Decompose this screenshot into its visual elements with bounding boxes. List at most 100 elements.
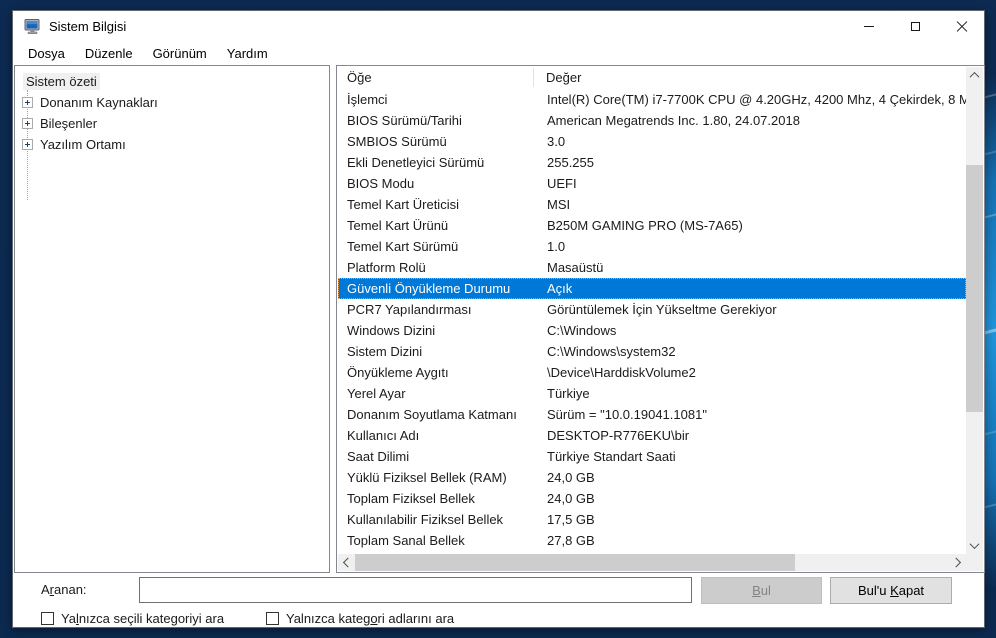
column-header-value: Değer	[534, 70, 581, 85]
find-button[interactable]: Bul	[701, 577, 822, 604]
tree-item-hardware-resources[interactable]: Donanım Kaynakları	[22, 92, 329, 113]
menu-yardim[interactable]: Yardım	[217, 43, 278, 64]
tree-item-label: Bileşenler	[40, 116, 97, 131]
horizontal-scrollbar[interactable]	[338, 554, 966, 571]
table-row[interactable]: Kullanıcı AdıDESKTOP-R776EKU\bir	[338, 425, 966, 446]
checkbox-search-category-names-only[interactable]: Yalnızca kategori adlarını ara	[266, 611, 454, 626]
row-value: C:\Windows	[538, 323, 966, 338]
table-row[interactable]: SMBIOS Sürümü3.0	[338, 131, 966, 152]
close-icon	[956, 21, 967, 32]
table-row[interactable]: BIOS ModuUEFI	[338, 173, 966, 194]
table-row[interactable]: Temel Kart ÜreticisiMSI	[338, 194, 966, 215]
expand-icon[interactable]	[22, 118, 33, 129]
row-value: Türkiye Standart Saati	[538, 449, 966, 464]
category-tree-pane: Sistem özeti Donanım Kaynakları Bileşenl…	[14, 65, 330, 573]
table-row[interactable]: Önyükleme Aygıtı\Device\HarddiskVolume2	[338, 362, 966, 383]
expand-icon[interactable]	[22, 139, 33, 150]
row-value: DESKTOP-R776EKU\bir	[538, 428, 966, 443]
row-value: C:\Windows\system32	[538, 344, 966, 359]
row-value: Açık	[538, 281, 966, 296]
row-value: Türkiye	[538, 386, 966, 401]
table-row[interactable]: İşlemciIntel(R) Core(TM) i7-7700K CPU @ …	[338, 89, 966, 110]
row-value: B250M GAMING PRO (MS-7A65)	[538, 218, 966, 233]
row-item: Temel Kart Sürümü	[338, 239, 538, 254]
menu-dosya[interactable]: Dosya	[18, 43, 75, 64]
table-row[interactable]: Ekli Denetleyici Sürümü255.255	[338, 152, 966, 173]
table-row[interactable]: Yüklü Fiziksel Bellek (RAM)24,0 GB	[338, 467, 966, 488]
menu-gorunum[interactable]: Görünüm	[143, 43, 217, 64]
table-row[interactable]: Kullanılabilir Fiziksel Bellek17,5 GB	[338, 509, 966, 530]
table-row[interactable]: Toplam Fiziksel Bellek24,0 GB	[338, 488, 966, 509]
checkbox-search-selected-category[interactable]: Yalnızca seçili kategoriyi ara	[41, 611, 224, 626]
row-item: Donanım Soyutlama Katmanı	[338, 407, 538, 422]
row-item: Yüklü Fiziksel Bellek (RAM)	[338, 470, 538, 485]
table-row[interactable]: Platform RolüMasaüstü	[338, 257, 966, 278]
minimize-button[interactable]	[846, 11, 892, 41]
row-item: Kullanıcı Adı	[338, 428, 538, 443]
checkbox-unchecked-icon[interactable]	[266, 612, 279, 625]
table-row[interactable]: Temel Kart ÜrünüB250M GAMING PRO (MS-7A6…	[338, 215, 966, 236]
row-item: Platform Rolü	[338, 260, 538, 275]
table-row[interactable]: Donanım Soyutlama KatmanıSürüm = "10.0.1…	[338, 404, 966, 425]
table-row-selected[interactable]: Güvenli Önyükleme DurumuAçık	[338, 278, 966, 299]
table-row[interactable]: Toplam Sanal Bellek27,8 GB	[338, 530, 966, 551]
row-item: BIOS Modu	[338, 176, 538, 191]
search-label: Aranan:	[41, 582, 87, 597]
maximize-button[interactable]	[892, 11, 938, 41]
row-item: Güvenli Önyükleme Durumu	[338, 281, 538, 296]
menu-duzenle[interactable]: Düzenle	[75, 43, 143, 64]
row-item: Sistem Dizini	[338, 344, 538, 359]
row-value: American Megatrends Inc. 1.80, 24.07.201…	[538, 113, 966, 128]
row-value: 17,5 GB	[538, 512, 966, 527]
scroll-up-button[interactable]	[966, 67, 983, 84]
close-button[interactable]	[938, 11, 984, 41]
scroll-right-button[interactable]	[949, 554, 966, 571]
row-item: Kullanılabilir Fiziksel Bellek	[338, 512, 538, 527]
vertical-scrollbar-thumb[interactable]	[966, 165, 983, 412]
table-row[interactable]: Sistem DiziniC:\Windows\system32	[338, 341, 966, 362]
scroll-down-button[interactable]	[966, 537, 983, 554]
row-item: Temel Kart Ürünü	[338, 218, 538, 233]
row-value: \Device\HarddiskVolume2	[538, 365, 966, 380]
row-value: MSI	[538, 197, 966, 212]
row-item: Önyükleme Aygıtı	[338, 365, 538, 380]
row-item: İşlemci	[338, 92, 538, 107]
row-item: Windows Dizini	[338, 323, 538, 338]
close-find-button[interactable]: Bul'u Kapat	[830, 577, 952, 604]
table-row[interactable]: PCR7 YapılandırmasıGörüntülemek İçin Yük…	[338, 299, 966, 320]
title-bar[interactable]: Sistem Bilgisi	[13, 11, 984, 41]
row-value: 3.0	[538, 134, 966, 149]
scroll-left-button[interactable]	[338, 554, 355, 571]
table-row[interactable]: Yerel AyarTürkiye	[338, 383, 966, 404]
search-input[interactable]	[139, 577, 692, 603]
chevron-down-icon	[970, 539, 980, 549]
table-row[interactable]: Saat DilimiTürkiye Standart Saati	[338, 446, 966, 467]
checkbox-unchecked-icon[interactable]	[41, 612, 54, 625]
row-item: Toplam Fiziksel Bellek	[338, 491, 538, 506]
row-value: 255.255	[538, 155, 966, 170]
row-item: Toplam Sanal Bellek	[338, 533, 538, 548]
scrollbar-corner	[966, 554, 983, 571]
vertical-scrollbar[interactable]	[966, 67, 983, 554]
column-header-item: Öğe	[338, 68, 534, 87]
row-item: Saat Dilimi	[338, 449, 538, 464]
checkbox-label: Yalnızca kategori adlarını ara	[286, 611, 454, 626]
row-value: Görüntülemek İçin Yükseltme Gerekiyor	[538, 302, 966, 317]
tree-item-software-environment[interactable]: Yazılım Ortamı	[22, 134, 329, 155]
table-row[interactable]: Temel Kart Sürümü1.0	[338, 236, 966, 257]
tree-item-components[interactable]: Bileşenler	[22, 113, 329, 134]
row-value: 24,0 GB	[538, 491, 966, 506]
menu-bar: Dosya Düzenle Görünüm Yardım	[13, 41, 984, 65]
horizontal-scrollbar-thumb[interactable]	[355, 554, 795, 571]
row-value: 24,0 GB	[538, 470, 966, 485]
row-item: BIOS Sürümü/Tarihi	[338, 113, 538, 128]
expand-icon[interactable]	[22, 97, 33, 108]
list-header: Öğe Değer	[338, 67, 966, 88]
table-row[interactable]: Windows DiziniC:\Windows	[338, 320, 966, 341]
row-item: PCR7 Yapılandırması	[338, 302, 538, 317]
row-value: Masaüstü	[538, 260, 966, 275]
table-row[interactable]: BIOS Sürümü/TarihiAmerican Megatrends In…	[338, 110, 966, 131]
maximize-icon	[911, 22, 920, 31]
tree-item-system-summary[interactable]: Sistem özeti	[22, 71, 329, 92]
row-item: SMBIOS Sürümü	[338, 134, 538, 149]
